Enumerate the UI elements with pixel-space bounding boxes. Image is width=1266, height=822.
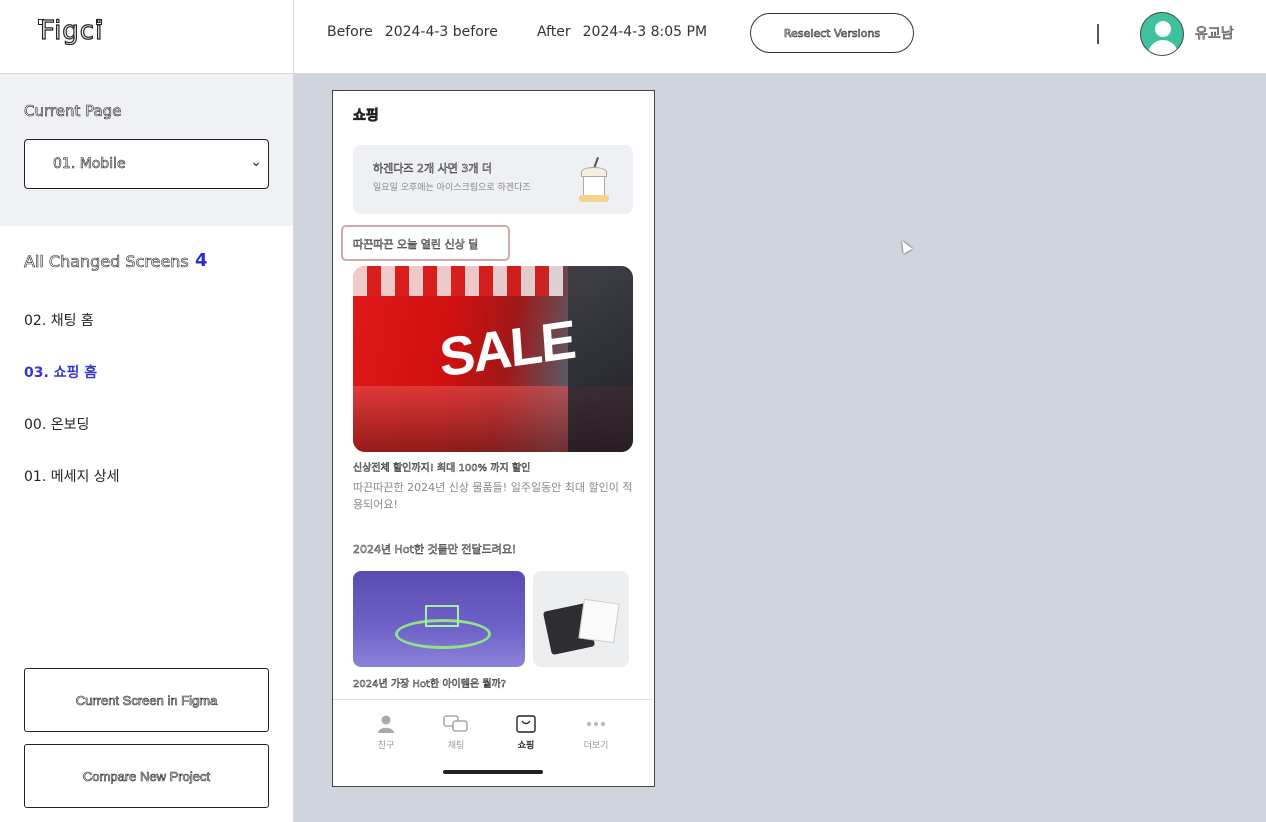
phone-screen-frame: 쇼핑 하겐다즈 2개 사면 3개 더 일요일 오후에는 아이스크림으로 하겐다즈… [332,90,655,787]
compare-canvas[interactable]: 쇼핑 하겐다즈 2개 사면 3개 더 일요일 오후에는 아이스크림으로 하겐다즈… [294,74,1266,822]
after-label: After [537,24,571,40]
product-description: 따끈따끈한 2024년 신상 물품들! 일주일동안 최대 할인이 적용되어요! [353,481,633,511]
sale-image: SALE [353,266,633,452]
screen-item-message-detail[interactable]: 01. 메세지 상세 [24,466,120,486]
home-indicator [443,770,543,774]
section-title-hot: 2024년 Hot한 것들만 전달드려요! [353,543,517,557]
shopping-bag-icon [501,714,551,734]
logo-area: Figci [0,0,294,74]
bags-image [533,571,629,667]
current-page-panel: Current Page 01. Mobile ⌄ [0,74,293,226]
sale-awning [353,266,563,296]
tab-friends[interactable]: 친구 [361,714,411,751]
banner-title: 하겐다즈 2개 사면 3개 더 [373,162,493,176]
after-version: After 2024-4-3 8:05 PM [537,24,707,40]
avatar-head [1155,21,1171,37]
tab-shopping[interactable]: 쇼핑 [501,714,551,751]
section-title-new-deals: 따끈따끈 오늘 열린 신상 딜 [353,238,479,252]
product2-title: 2024년 가장 Hot한 아이템은 뭘까? [353,679,507,691]
header-divider [1097,24,1099,44]
sale-window-frame [568,266,633,452]
sidebar: Current Page 01. Mobile ⌄ All Changed Sc… [0,74,294,822]
current-screen-in-figma-button[interactable]: Current Screen in Figma [24,668,269,732]
tab-shopping-label: 쇼핑 [517,741,535,751]
page-select-value: 01. Mobile [53,156,126,173]
promo-banner: 하겐다즈 2개 사면 3개 더 일요일 오후에는 아이스크림으로 하겐다즈 [353,145,633,214]
cup-body [583,176,605,196]
shopping-cart-image [353,571,525,667]
avatar-body [1148,40,1178,55]
chat-icon [431,714,481,734]
tab-chat-label: 채팅 [447,741,465,751]
before-value: 2024-4-3 before [384,24,498,40]
page-select[interactable]: 01. Mobile ⌄ [24,139,269,189]
changed-screens-label: All Changed Screens [24,252,189,272]
screen-item-onboarding[interactable]: 00. 온보딩 [24,414,89,434]
bottom-tab-bar: 친구 채팅 쇼핑 더보기 [333,699,653,786]
product-title: 신상전체 할인까지! 최대 100% 까지 할인 [353,463,531,475]
tab-more[interactable]: 더보기 [571,714,621,751]
light-bag [578,598,620,644]
tab-more-label: 더보기 [583,741,609,751]
compare-new-project-button[interactable]: Compare New Project [24,744,269,808]
top-header: Figci Before 2024-4-3 before After 2024-4-… [0,0,1266,74]
after-value: 2024-4-3 8:05 PM [582,24,708,40]
banner-subtitle: 일요일 오후에는 아이스크림으로 하겐다즈 [373,183,531,193]
reselect-versions-button[interactable]: Reselect Versions [750,13,914,53]
before-version: Before 2024-4-3 before [327,24,498,40]
figci-logo[interactable]: Figci [39,15,103,46]
mouse-cursor-icon [897,238,913,254]
before-label: Before [327,24,373,40]
cup-base [579,195,609,202]
tab-friends-label: 친구 [377,741,395,751]
current-page-label: Current Page [24,102,122,121]
changed-screens-count: 4 [195,250,208,271]
ice-cream-cup-image [579,157,609,202]
screen-title: 쇼핑 [353,108,379,125]
cart-body [425,605,459,627]
more-icon [571,714,621,734]
user-avatar-icon[interactable] [1140,12,1184,56]
person-icon [361,714,411,734]
chevron-down-icon: ⌄ [250,154,262,170]
screen-item-shopping-home[interactable]: 03. 쇼핑 홈 [24,362,97,382]
sale-text: SALE [437,309,577,389]
screen-item-chat-home[interactable]: 02. 채팅 홈 [24,310,94,330]
tab-chat[interactable]: 채팅 [431,714,481,751]
username[interactable]: 유교남 [1195,23,1234,43]
